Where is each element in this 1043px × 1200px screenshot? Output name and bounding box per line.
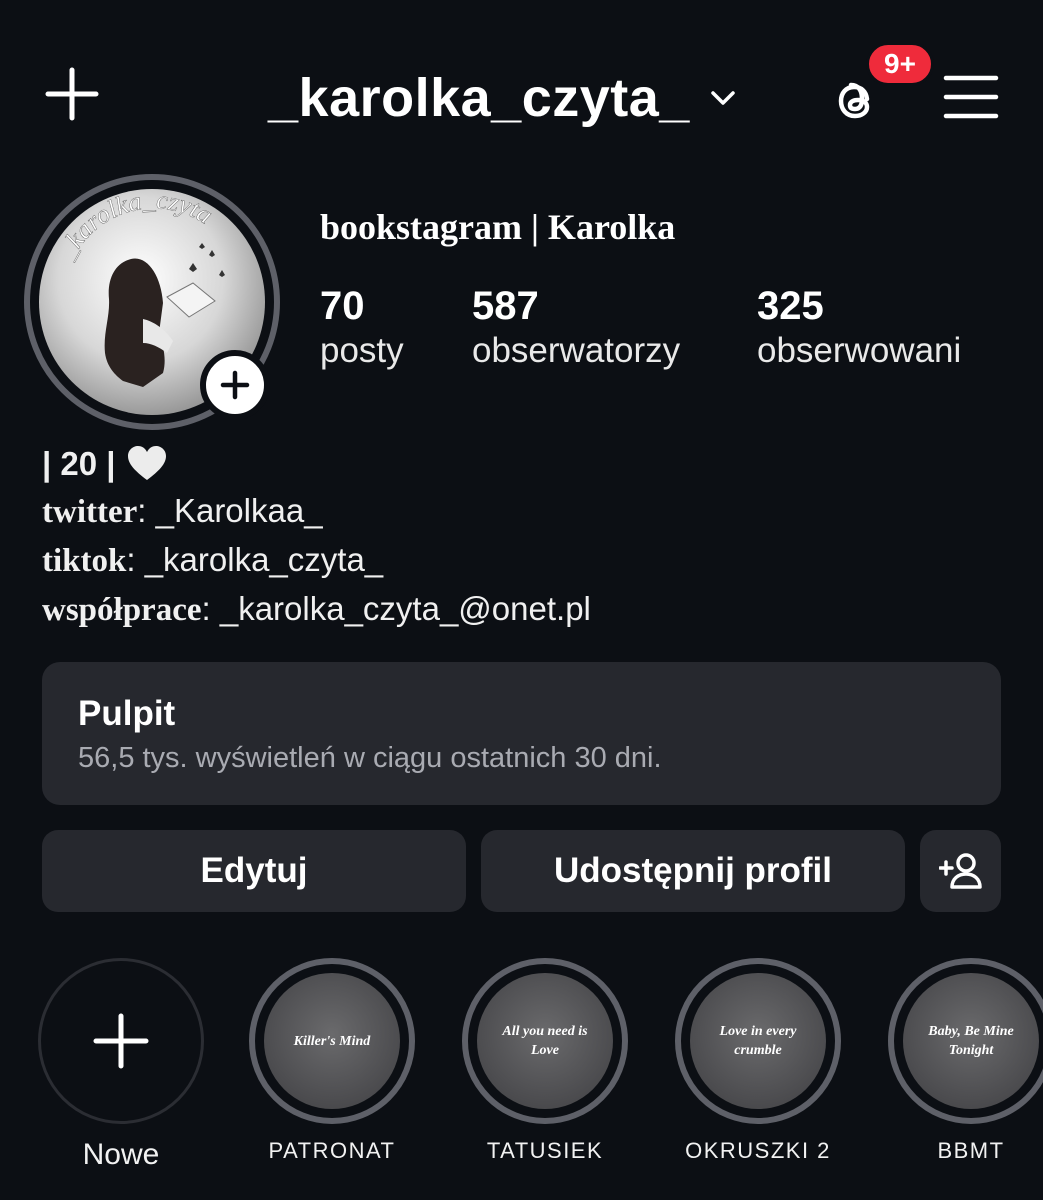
highlight-label: PATRONAT (268, 1138, 396, 1163)
highlight-okruszki-2[interactable]: Love in every crumble OKRUSZKI 2 (673, 958, 843, 1164)
bio-collab-key: współprace (42, 592, 202, 628)
chevron-down-icon (711, 91, 735, 105)
bio-line-tiktok: tiktok: _karolka_czyta_ (42, 536, 591, 585)
dashboard-title: Pulpit (78, 694, 176, 733)
stat-followers-label: obserwatorzy (472, 331, 681, 370)
menu-icon[interactable] (942, 72, 1000, 122)
bio-collab-value: : _karolka_czyta_@onet.pl (201, 590, 591, 627)
stat-posts-count: 70 (320, 284, 365, 328)
stat-followers-count: 587 (472, 284, 539, 328)
add-story-button[interactable] (200, 350, 270, 420)
highlight-cover: All you need is Love (477, 973, 613, 1109)
highlight-cover: Killer's Mind (264, 973, 400, 1109)
username-title: _karolka_czyta_ (268, 68, 690, 128)
bio-tiktok-key: tiktok (42, 543, 127, 579)
highlight-new[interactable]: Nowe (36, 958, 206, 1172)
create-plus-icon[interactable] (44, 66, 100, 122)
bio-twitter-value: : _Karolkaa_ (137, 492, 323, 529)
share-profile-button[interactable]: Udostępnij profil (481, 830, 905, 912)
bio-age-text: | 20 | (42, 445, 116, 482)
stat-following-label: obserwowani (757, 331, 962, 370)
stat-posts-label: posty (320, 331, 404, 370)
bio-line-collab: współprace: _karolka_czyta_@onet.pl (42, 585, 591, 634)
highlight-label: Nowe (82, 1138, 160, 1171)
professional-dashboard[interactable]: Pulpit 56,5 tys. wyświetleń w ciągu osta… (42, 662, 1001, 805)
bio-twitter-key: twitter (42, 494, 138, 530)
bio-line-age: | 20 | (42, 440, 591, 487)
stat-following[interactable]: 325 obserwowani (757, 284, 961, 371)
highlight-bbmt[interactable]: Baby, Be Mine Tonight BBMT (886, 958, 1043, 1164)
stat-followers[interactable]: 587 obserwatorzy (472, 284, 680, 371)
heart-icon (127, 446, 166, 480)
account-switcher[interactable]: _karolka_czyta_ (268, 58, 738, 138)
profile-bio: | 20 | twitter: _Karolkaa_ tiktok: _karo… (42, 440, 591, 634)
plus-icon (93, 1013, 149, 1069)
highlight-cover: Love in every crumble (690, 973, 826, 1109)
bio-line-twitter: twitter: _Karolkaa_ (42, 487, 591, 536)
plus-icon (220, 370, 250, 400)
bio-tiktok-value: : _karolka_czyta_ (126, 541, 384, 578)
display-name: bookstagram | Karolka (320, 207, 676, 247)
highlight-label: OKRUSZKI 2 (685, 1138, 831, 1163)
stat-following-count: 325 (757, 284, 824, 328)
highlight-cover: Baby, Be Mine Tonight (903, 973, 1039, 1109)
highlight-label: TATUSIEK (486, 1138, 604, 1163)
highlight-tatusiek[interactable]: All you need is Love TATUSIEK (460, 958, 630, 1164)
avatar-script-text: _karolka_czyta (51, 189, 218, 265)
dashboard-subtitle: 56,5 tys. wyświetleń w ciągu ostatnich 3… (78, 742, 662, 774)
highlight-label: BBMT (937, 1138, 1005, 1163)
discover-people-button[interactable] (920, 830, 1001, 912)
highlight-new-circle (38, 958, 204, 1124)
stat-posts[interactable]: 70 posty (320, 284, 404, 371)
add-person-icon (938, 853, 982, 889)
highlight-patronat[interactable]: Killer's Mind PATRONAT (247, 958, 417, 1164)
svg-text:_karolka_czyta: _karolka_czyta (51, 189, 218, 265)
edit-profile-button[interactable]: Edytuj (42, 830, 466, 912)
notification-badge: 9+ (866, 42, 934, 86)
